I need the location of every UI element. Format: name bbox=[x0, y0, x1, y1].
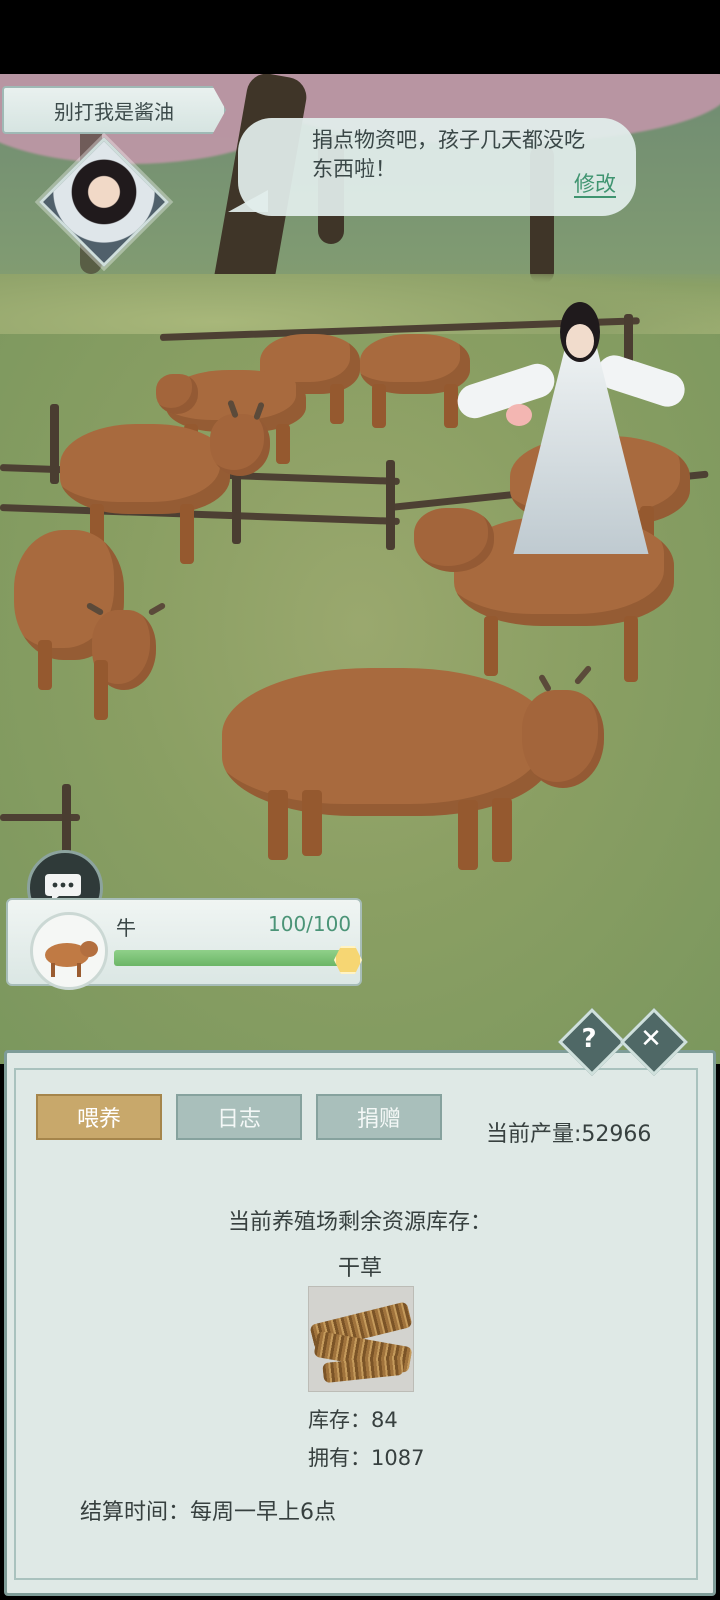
animal-hp-text: 100/100 bbox=[268, 912, 352, 936]
tab-log[interactable]: 日志 bbox=[176, 1094, 302, 1140]
stock-count: 库存：84 bbox=[308, 1408, 398, 1432]
farm-keeper-character bbox=[453, 284, 696, 584]
tab-feed[interactable]: 喂养 bbox=[36, 1094, 162, 1140]
edit-dialog-link[interactable]: 修改 bbox=[574, 172, 616, 198]
game-screen: 别打我是酱油 捐点物资吧，孩子几天都没吃东西啦！ 修改 牛 100/100 ? … bbox=[0, 0, 720, 1600]
tab-donate[interactable]: 捐赠 bbox=[316, 1094, 442, 1140]
production-value: 当前产量:52966 bbox=[486, 1122, 652, 1147]
fence-post bbox=[386, 460, 395, 550]
fence-post bbox=[50, 404, 59, 484]
help-icon[interactable]: ? bbox=[565, 1015, 613, 1063]
hay-bundle-icon[interactable] bbox=[308, 1286, 414, 1392]
hp-bar-fill bbox=[114, 950, 342, 966]
stock-title: 当前养殖场剩余资源库存： bbox=[227, 1210, 492, 1235]
hp-bar bbox=[114, 950, 342, 966]
dialog-text: 捐点物资吧，孩子几天都没吃东西啦！ bbox=[312, 128, 585, 181]
settlement-time: 结算时间：每周一早上6点 bbox=[80, 1500, 336, 1525]
player-name-banner[interactable]: 别打我是酱油 bbox=[2, 86, 226, 134]
item-name: 干草 bbox=[337, 1256, 382, 1281]
cow-avatar-icon bbox=[30, 912, 108, 990]
animal-name: 牛 bbox=[116, 916, 136, 940]
owned-count: 拥有：1087 bbox=[308, 1446, 425, 1470]
close-icon[interactable]: ✕ bbox=[627, 1015, 675, 1063]
